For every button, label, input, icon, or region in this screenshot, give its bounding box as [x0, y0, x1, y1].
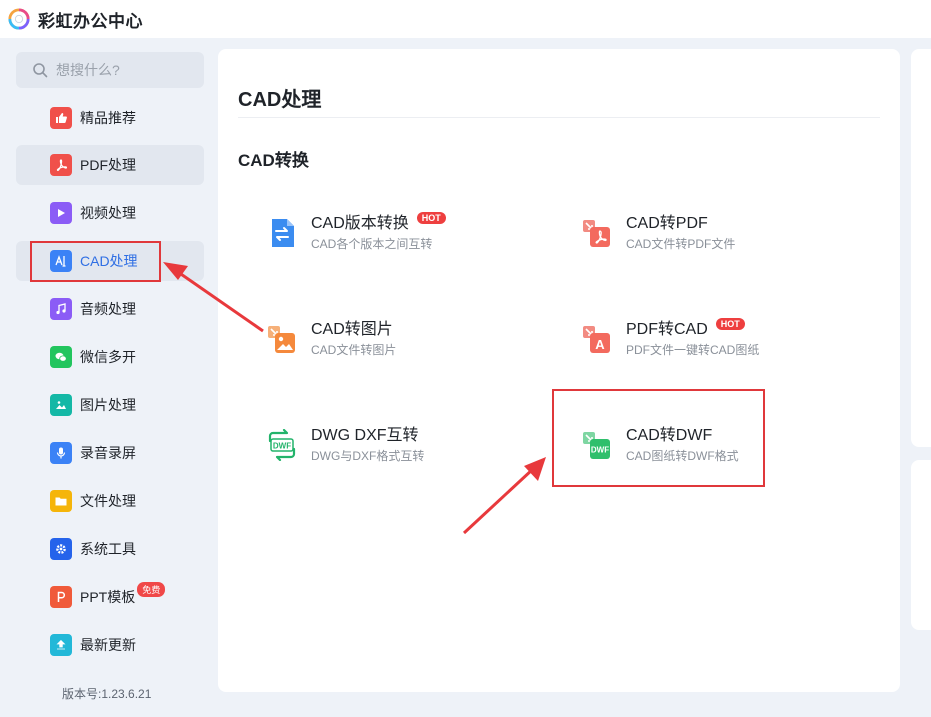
- tool-description: CAD图纸转DWF格式: [626, 448, 739, 463]
- sidebar-item-label: 微信多开: [80, 349, 136, 365]
- pdf-to-cad-icon: A: [581, 323, 613, 355]
- title-bar: 彩虹办公中心: [0, 0, 931, 38]
- ppt-icon: [50, 586, 72, 608]
- tool-name: PDF转CAD: [626, 320, 708, 338]
- sidebar-item-label: 图片处理: [80, 397, 136, 413]
- sidebar-item-recording[interactable]: 录音录屏: [16, 433, 204, 473]
- tool-cad-to-image[interactable]: CAD转图片 CAD文件转图片: [266, 314, 536, 364]
- tool-cad-version-convert[interactable]: CAD版本转换 HOT CAD各个版本之间互转: [266, 208, 536, 258]
- thumbs-up-icon: [50, 107, 72, 129]
- tool-description: DWG与DXF格式互转: [311, 448, 425, 463]
- tool-name: CAD转PDF: [626, 214, 708, 232]
- tool-name: CAD转DWF: [626, 426, 713, 444]
- page-title: CAD处理: [238, 89, 322, 111]
- sidebar-item-pdf[interactable]: PDF处理: [16, 145, 204, 185]
- sidebar-item-label: 视频处理: [80, 205, 136, 221]
- right-panel-bottom: [911, 460, 931, 630]
- cad-to-image-icon: [266, 323, 298, 355]
- right-panel-top: [911, 49, 931, 447]
- section-title: CAD转换: [238, 151, 309, 170]
- play-icon: [50, 202, 72, 224]
- tool-dwg-dxf-convert[interactable]: DWF DWG DXF互转 DWG与DXF格式互转: [266, 420, 536, 470]
- tool-description: CAD文件转图片: [311, 342, 397, 357]
- image-icon: [50, 394, 72, 416]
- tool-name: CAD转图片: [311, 320, 393, 338]
- sidebar-item-label: PPT模板: [80, 589, 136, 605]
- sidebar: 想搜什么? 精品推荐 PDF处理 视频处理 CAD处理 音频处理 微信多开 图片…: [0, 38, 218, 717]
- main-panel: CAD处理 CAD转换 CAD版本转换 HOT CAD各个版本之间互转 CAD转…: [218, 49, 900, 692]
- dwg-dxf-icon: DWF: [266, 428, 298, 462]
- tool-description: PDF文件一键转CAD图纸: [626, 342, 760, 357]
- sidebar-item-video[interactable]: 视频处理: [16, 193, 204, 233]
- tool-cad-to-pdf[interactable]: CAD转PDF CAD文件转PDF文件: [581, 208, 851, 258]
- tool-name: DWG DXF互转: [311, 426, 419, 444]
- sidebar-item-image[interactable]: 图片处理: [16, 385, 204, 425]
- hot-badge: HOT: [715, 317, 745, 330]
- cad-to-dwf-icon: DWF: [581, 429, 613, 461]
- search-placeholder: 想搜什么?: [56, 62, 120, 78]
- dwg-dxf-icon-label: DWF: [273, 442, 291, 451]
- version-label: 版本号:1.23.6.21: [62, 687, 152, 701]
- sidebar-item-updates[interactable]: 最新更新: [16, 625, 204, 665]
- sidebar-item-label: 最新更新: [80, 637, 136, 653]
- microphone-icon: [50, 442, 72, 464]
- sidebar-item-recommended[interactable]: 精品推荐: [16, 98, 204, 138]
- sidebar-item-label: CAD处理: [80, 253, 138, 269]
- sidebar-item-label: 系统工具: [80, 541, 136, 557]
- search-icon: [33, 63, 48, 78]
- version-convert-icon: [266, 217, 298, 249]
- sidebar-item-cad[interactable]: CAD处理: [16, 241, 204, 281]
- sidebar-item-label: 录音录屏: [80, 445, 136, 461]
- folder-icon: [50, 490, 72, 512]
- tool-cad-to-dwf[interactable]: DWF CAD转DWF CAD图纸转DWF格式: [581, 420, 851, 470]
- sidebar-item-label: 文件处理: [80, 493, 136, 509]
- cad-to-dwf-icon-label: DWF: [591, 446, 609, 455]
- wechat-icon: [50, 346, 72, 368]
- cad-icon: [50, 250, 72, 272]
- pdf-icon: [50, 154, 72, 176]
- sidebar-item-label: PDF处理: [80, 157, 136, 173]
- sidebar-item-label: 精品推荐: [80, 110, 136, 126]
- search-input[interactable]: 想搜什么?: [16, 52, 204, 88]
- hot-badge: HOT: [416, 211, 446, 224]
- sidebar-item-ppt[interactable]: PPT模板 免费: [16, 577, 204, 617]
- sidebar-item-label: 音频处理: [80, 301, 136, 317]
- divider: [238, 117, 880, 118]
- tool-name: CAD版本转换: [311, 214, 409, 232]
- cad-to-pdf-icon: [581, 217, 613, 249]
- app-title: 彩虹办公中心: [38, 11, 143, 31]
- tool-description: CAD各个版本之间互转: [311, 236, 433, 251]
- sidebar-item-system-tools[interactable]: 系统工具: [16, 529, 204, 569]
- tool-description: CAD文件转PDF文件: [626, 236, 736, 251]
- pdf-to-cad-icon-letter: A: [595, 337, 605, 352]
- sidebar-item-wechat[interactable]: 微信多开: [16, 337, 204, 377]
- sidebar-item-files[interactable]: 文件处理: [16, 481, 204, 521]
- gear-icon: [50, 538, 72, 560]
- music-icon: [50, 298, 72, 320]
- sidebar-item-audio[interactable]: 音频处理: [16, 289, 204, 329]
- tool-pdf-to-cad[interactable]: A PDF转CAD HOT PDF文件一键转CAD图纸: [581, 314, 851, 364]
- free-badge: 免费: [137, 581, 166, 597]
- upload-icon: [50, 634, 72, 656]
- rainbow-logo-icon: [8, 8, 30, 30]
